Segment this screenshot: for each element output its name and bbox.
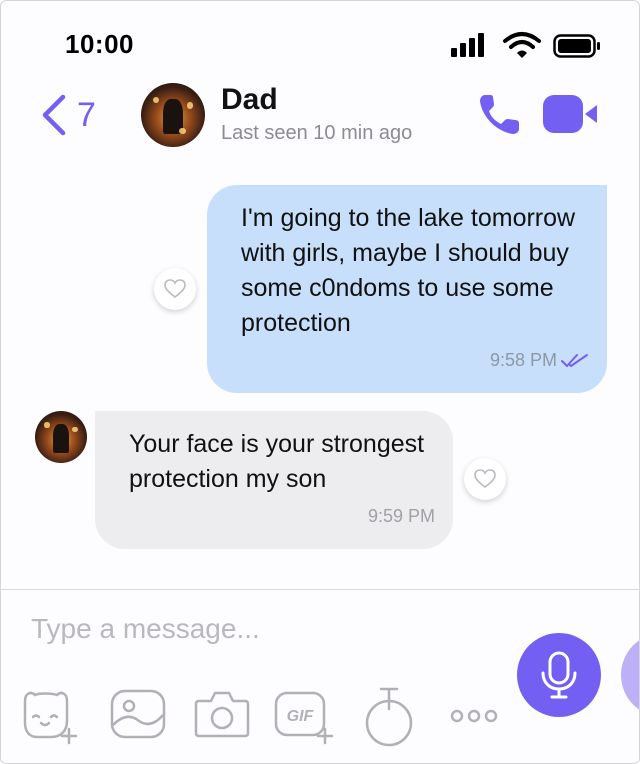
video-icon — [543, 95, 597, 133]
battery-icon — [553, 34, 600, 58]
video-call-button[interactable] — [541, 91, 601, 137]
phone-icon — [480, 95, 519, 134]
microphone-icon — [541, 651, 577, 699]
incoming-message[interactable]: Your face is your strongest protection m… — [95, 411, 453, 549]
message-text: Your face is your strongest protection m… — [129, 430, 425, 493]
sender-avatar[interactable] — [35, 411, 87, 463]
message-text: I'm going to the lake tomorrow with girl… — [241, 204, 576, 337]
sticker-icon — [23, 691, 78, 745]
composer-divider — [1, 589, 639, 590]
wifi-icon — [503, 32, 541, 58]
unread-count: 7 — [77, 96, 96, 134]
outgoing-message[interactable]: I'm going to the lake tomorrow with girl… — [207, 185, 607, 393]
voice-message-button[interactable] — [517, 633, 601, 717]
status-icons — [451, 31, 601, 61]
timer-button[interactable] — [361, 687, 421, 747]
gallery-icon — [110, 689, 166, 739]
contact-avatar[interactable] — [141, 83, 205, 147]
signal-icon — [451, 31, 491, 59]
camera-icon — [194, 691, 250, 738]
chat-screen: 10:00 7 Dad Last seen 10 min ago I'm goi… — [0, 0, 640, 764]
message-time: 9:59 PM — [367, 506, 435, 526]
message-time: 9:58 PM — [489, 350, 557, 370]
voice-call-button[interactable] — [477, 91, 523, 137]
like-button[interactable] — [464, 458, 506, 500]
sticker-button[interactable] — [21, 687, 81, 747]
gallery-button[interactable] — [109, 687, 169, 747]
camera-button[interactable] — [193, 687, 253, 747]
timer-icon — [365, 687, 413, 747]
double-check-icon — [561, 354, 588, 367]
heart-icon — [474, 469, 496, 489]
back-button[interactable]: 7 — [39, 93, 129, 137]
like-button[interactable] — [154, 268, 196, 310]
heart-icon — [164, 279, 186, 299]
message-input[interactable]: Type a message... — [31, 607, 491, 651]
back-chevron-icon — [42, 94, 66, 136]
gif-icon: GIF — [274, 691, 334, 745]
send-shortcut-button[interactable] — [621, 633, 639, 717]
more-button[interactable] — [449, 687, 509, 747]
more-icon — [450, 709, 498, 723]
contact-last-seen: Last seen 10 min ago — [221, 122, 413, 144]
contact-name[interactable]: Dad — [221, 83, 278, 117]
status-time: 10:00 — [65, 29, 134, 59]
svg-text:GIF: GIF — [287, 708, 315, 725]
gif-button[interactable]: GIF — [273, 687, 334, 747]
